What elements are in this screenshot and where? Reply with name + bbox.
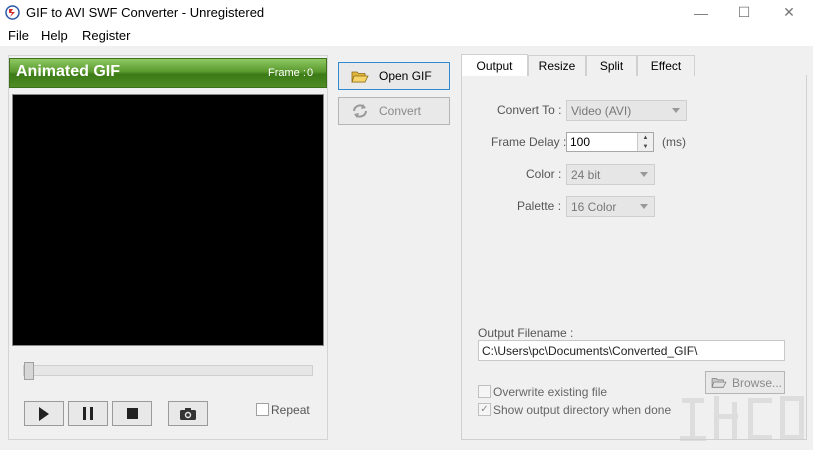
show-output-dir-checkbox[interactable]: ✓ — [478, 403, 491, 416]
pause-icon — [83, 407, 93, 420]
tab-output[interactable]: Output — [461, 54, 528, 76]
chevron-down-icon — [672, 108, 680, 113]
palette-select[interactable]: 16 Color — [566, 196, 655, 217]
frame-delay-label: Frame Delay : — [491, 135, 567, 149]
folder-open-icon — [351, 71, 369, 82]
overwrite-checkbox[interactable] — [478, 385, 491, 398]
stop-icon — [126, 408, 138, 419]
window-title: GIF to AVI SWF Converter - Unregistered — [26, 5, 265, 20]
menu-help[interactable]: Help — [41, 28, 68, 43]
playback-slider-track[interactable] — [23, 365, 313, 376]
menu-file[interactable]: File — [8, 28, 29, 43]
maximize-button[interactable]: ☐ — [727, 0, 761, 25]
browse-button[interactable]: Browse... — [705, 371, 785, 394]
chevron-down-icon — [640, 172, 648, 177]
play-button[interactable] — [24, 401, 64, 426]
tab-resize[interactable]: Resize — [528, 55, 586, 76]
minimize-button[interactable]: — — [684, 0, 718, 25]
snapshot-button[interactable] — [168, 401, 208, 426]
tab-split[interactable]: Split — [586, 55, 637, 76]
output-filename-label: Output Filename : — [478, 326, 574, 340]
tab-effect[interactable]: Effect — [637, 55, 695, 76]
open-gif-label: Open GIF — [379, 69, 432, 83]
show-output-dir-label: Show output directory when done — [493, 403, 672, 417]
color-select[interactable]: 24 bit — [566, 164, 655, 185]
preview-title: Animated GIF — [16, 63, 121, 80]
repeat-checkbox[interactable] — [256, 403, 269, 416]
app-logo-icon — [5, 5, 20, 20]
palette-label: Palette : — [517, 199, 562, 213]
folder-open-icon — [711, 378, 727, 388]
frame-label: Frame : — [268, 67, 306, 79]
convert-button[interactable]: Convert — [338, 97, 450, 125]
convert-to-value: Video (AVI) — [571, 103, 632, 118]
convert-label: Convert — [379, 104, 422, 118]
menu-register[interactable]: Register — [82, 28, 130, 43]
play-icon — [39, 406, 49, 421]
browse-label: Browse... — [732, 375, 783, 390]
stop-button[interactable] — [112, 401, 152, 426]
frame-counter: 0 — [307, 67, 314, 79]
output-filename-input[interactable]: C:\Users\pc\Documents\Converted_GIF\ — [478, 340, 785, 361]
repeat-label: Repeat — [271, 403, 310, 417]
convert-icon — [353, 104, 367, 118]
overwrite-label: Overwrite existing file — [493, 385, 608, 399]
spin-down-icon[interactable]: ▼ — [637, 142, 653, 151]
close-button[interactable]: ✕ — [772, 0, 806, 25]
palette-value: 16 Color — [571, 199, 617, 214]
color-label: Color : — [526, 167, 562, 181]
watermark-logo — [680, 396, 804, 441]
convert-to-label: Convert To : — [497, 103, 562, 117]
frame-delay-unit: (ms) — [662, 135, 686, 149]
chevron-down-icon — [640, 204, 648, 209]
pause-button[interactable] — [68, 401, 108, 426]
open-gif-button[interactable]: Open GIF — [338, 62, 450, 90]
camera-icon — [180, 407, 196, 420]
gif-preview-area — [12, 94, 324, 346]
color-value: 24 bit — [571, 167, 601, 182]
playback-slider-thumb[interactable] — [24, 362, 34, 380]
convert-to-select[interactable]: Video (AVI) — [566, 100, 687, 121]
spin-up-icon[interactable]: ▲ — [637, 133, 653, 142]
